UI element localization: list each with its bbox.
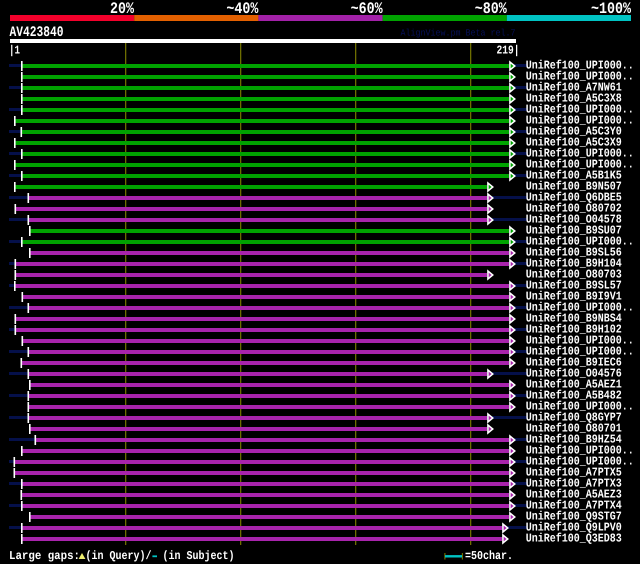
svg-text:(in Subject): (in Subject) (163, 549, 235, 563)
svg-text:20%: 20% (110, 0, 134, 18)
svg-text:219|: 219| (497, 44, 520, 58)
svg-text:=50char.: =50char. (465, 549, 513, 563)
svg-text:~60%: ~60% (351, 0, 383, 18)
svg-text:~100%: ~100% (591, 0, 631, 18)
svg-text:(in Query)/: (in Query)/ (86, 549, 152, 563)
svg-text:UniRef100_Q3ED83: UniRef100_Q3ED83 (526, 532, 622, 546)
svg-text:~40%: ~40% (226, 0, 258, 18)
svg-text:AlignView.pm Beta rel.7: AlignView.pm Beta rel.7 (401, 28, 516, 39)
svg-text:AV423840: AV423840 (10, 25, 64, 41)
svg-text:Large gaps:: Large gaps: (9, 549, 80, 563)
svg-text:|1: |1 (9, 44, 20, 58)
svg-text:~80%: ~80% (475, 0, 507, 18)
